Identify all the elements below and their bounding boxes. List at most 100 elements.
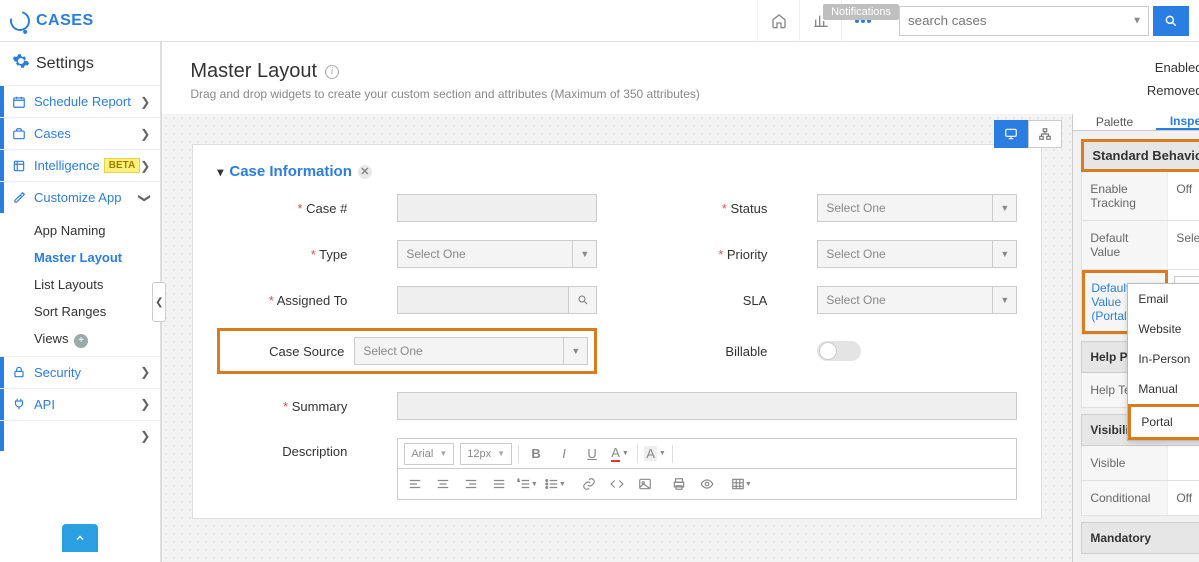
view-switch — [994, 120, 1062, 148]
kv-conditional: Conditional Off — [1081, 481, 1199, 516]
code-icon[interactable] — [606, 473, 628, 495]
tab-palette[interactable]: Palette — [1073, 114, 1155, 130]
kv-key: Default Value — [1082, 221, 1168, 269]
field-status[interactable]: Select One▼ — [817, 194, 1017, 222]
font-color-icon[interactable]: A▼ — [609, 443, 631, 465]
chevron-right-icon: ❯ — [140, 159, 150, 173]
field-priority[interactable]: Select One▼ — [817, 240, 1017, 268]
home-icon[interactable] — [757, 0, 799, 42]
kv-value[interactable]: Off — [1168, 481, 1199, 515]
link-icon[interactable] — [578, 473, 600, 495]
chevron-down-icon: ❯ — [138, 192, 152, 202]
subnav-sort-ranges[interactable]: Sort Ranges — [0, 298, 160, 325]
view-tree-button[interactable] — [1028, 120, 1062, 148]
sidebar-item-schedule-report[interactable]: Schedule Report ❯ — [0, 85, 160, 117]
sidebar-item-security[interactable]: Security ❯ — [0, 356, 160, 388]
field-summary[interactable] — [397, 392, 1017, 420]
field-case-source[interactable]: Select One▼ — [354, 337, 588, 365]
rte-font-select[interactable]: Arial▼ — [404, 443, 454, 465]
canvas-wrap: ▾ Case Information ✕ Case # Status Selec… — [162, 114, 1199, 562]
field-billable-toggle[interactable] — [817, 341, 861, 361]
search-button[interactable] — [1153, 6, 1189, 36]
notifications-label: Notifications — [823, 4, 899, 20]
view-desktop-button[interactable] — [994, 120, 1028, 148]
chevron-right-icon: ❯ — [140, 127, 150, 141]
sidebar-item-cases[interactable]: Cases ❯ — [0, 117, 160, 149]
ol-icon[interactable]: 1▼ — [516, 473, 538, 495]
beta-tag: BETA — [104, 158, 140, 173]
align-left-icon[interactable] — [404, 473, 426, 495]
dp-option-website[interactable]: Website — [1128, 314, 1199, 344]
chevron-right-icon: ❯ — [140, 365, 150, 379]
image-icon[interactable] — [634, 473, 656, 495]
kv-value[interactable]: Off — [1168, 172, 1199, 220]
label-billable: Billable — [647, 344, 767, 359]
field-priority-value: Select One — [826, 247, 885, 261]
field-type[interactable]: Select One▼ — [397, 240, 597, 268]
search-wrap: ▼ — [899, 6, 1189, 36]
kv-value[interactable]: Select One — [1168, 221, 1199, 269]
sidebar-item-more[interactable]: ❯ — [0, 420, 160, 451]
plug-icon — [10, 397, 28, 411]
field-description[interactable]: Arial▼ 12px▼ B I U A▼ A▼ — [397, 438, 1017, 500]
portal-dropdown-popup: Email Website In-Person Manual Portal — [1127, 283, 1199, 441]
dp-option-manual[interactable]: Manual — [1128, 374, 1199, 404]
field-case-no[interactable] — [397, 194, 597, 222]
inspector-tabs: Palette Inspector Revisions — [1073, 114, 1199, 131]
label-sla: SLA — [647, 293, 767, 308]
kv-value[interactable] — [1168, 446, 1199, 480]
ul-icon[interactable]: ▼ — [544, 473, 566, 495]
close-icon[interactable]: ✕ — [358, 165, 372, 179]
bold-icon[interactable]: B — [525, 443, 547, 465]
field-status-value: Select One — [826, 201, 885, 215]
sidebar-item-intelligence[interactable]: Intelligence BETA ❯ — [0, 149, 160, 181]
italic-icon[interactable]: I — [553, 443, 575, 465]
field-assigned-to-input[interactable] — [397, 286, 569, 314]
topbar: CASES Notifications ▼ — [0, 0, 1199, 42]
preview-icon[interactable] — [696, 473, 718, 495]
rte-size-select[interactable]: 12px▼ — [460, 443, 512, 465]
sidebar: Settings Schedule Report ❯ Cases ❯ Intel… — [0, 42, 161, 562]
underline-icon[interactable]: U — [581, 443, 603, 465]
search-input-box[interactable]: ▼ — [899, 6, 1149, 36]
tab-inspector[interactable]: Inspector — [1156, 114, 1199, 130]
dp-option-portal[interactable]: Portal — [1128, 404, 1199, 440]
form-grid: Case # Status Select One▼ Type Select On… — [217, 194, 1017, 314]
info-icon[interactable]: i — [325, 65, 339, 79]
chevron-down-icon[interactable]: ▼ — [1132, 15, 1142, 26]
search-icon[interactable] — [569, 286, 597, 314]
label-case-no: Case # — [217, 201, 347, 216]
brand[interactable]: CASES — [10, 11, 94, 31]
dp-option-in-person[interactable]: In-Person — [1128, 344, 1199, 374]
subnav-master-layout[interactable]: Master Layout — [0, 244, 160, 271]
field-sla[interactable]: Select One▼ — [817, 286, 1017, 314]
bg-color-icon[interactable]: A▼ — [644, 443, 666, 465]
sidebar-item-customize-app[interactable]: Customize App ❯ — [0, 181, 160, 213]
sidebar-item-label: API — [34, 397, 140, 412]
table-icon[interactable]: ▼ — [730, 473, 752, 495]
subnav-list-layouts[interactable]: List Layouts — [0, 271, 160, 298]
align-justify-icon[interactable] — [488, 473, 510, 495]
print-icon[interactable] — [668, 473, 690, 495]
align-center-icon[interactable] — [432, 473, 454, 495]
search-input[interactable] — [908, 7, 1108, 35]
gear-icon — [12, 52, 30, 75]
rte-size-value: 12px — [467, 448, 491, 460]
subnav-views[interactable]: Views + — [0, 325, 160, 354]
field-assigned-to[interactable] — [397, 286, 597, 314]
scroll-top-button[interactable] — [62, 524, 98, 552]
align-right-icon[interactable] — [460, 473, 482, 495]
chevron-down-icon: ▼ — [572, 241, 596, 267]
kv-visible: Visible — [1081, 446, 1199, 481]
section-header[interactable]: ▾ Case Information ✕ — [217, 163, 1017, 180]
sidebar-item-api[interactable]: API ❯ — [0, 388, 160, 420]
dp-option-email[interactable]: Email — [1128, 284, 1199, 314]
chevron-down-icon: ▼ — [992, 287, 1016, 313]
sidebar-collapse-handle[interactable]: ❮ — [152, 282, 166, 322]
field-case-source-value: Select One — [363, 344, 422, 358]
sidebar-item-label: Security — [34, 365, 140, 380]
subnav-app-naming[interactable]: App Naming — [0, 217, 160, 244]
rte-font-value: Arial — [411, 448, 433, 460]
plus-icon[interactable]: + — [74, 334, 88, 348]
mandatory-header: Mandatory — [1081, 522, 1199, 554]
